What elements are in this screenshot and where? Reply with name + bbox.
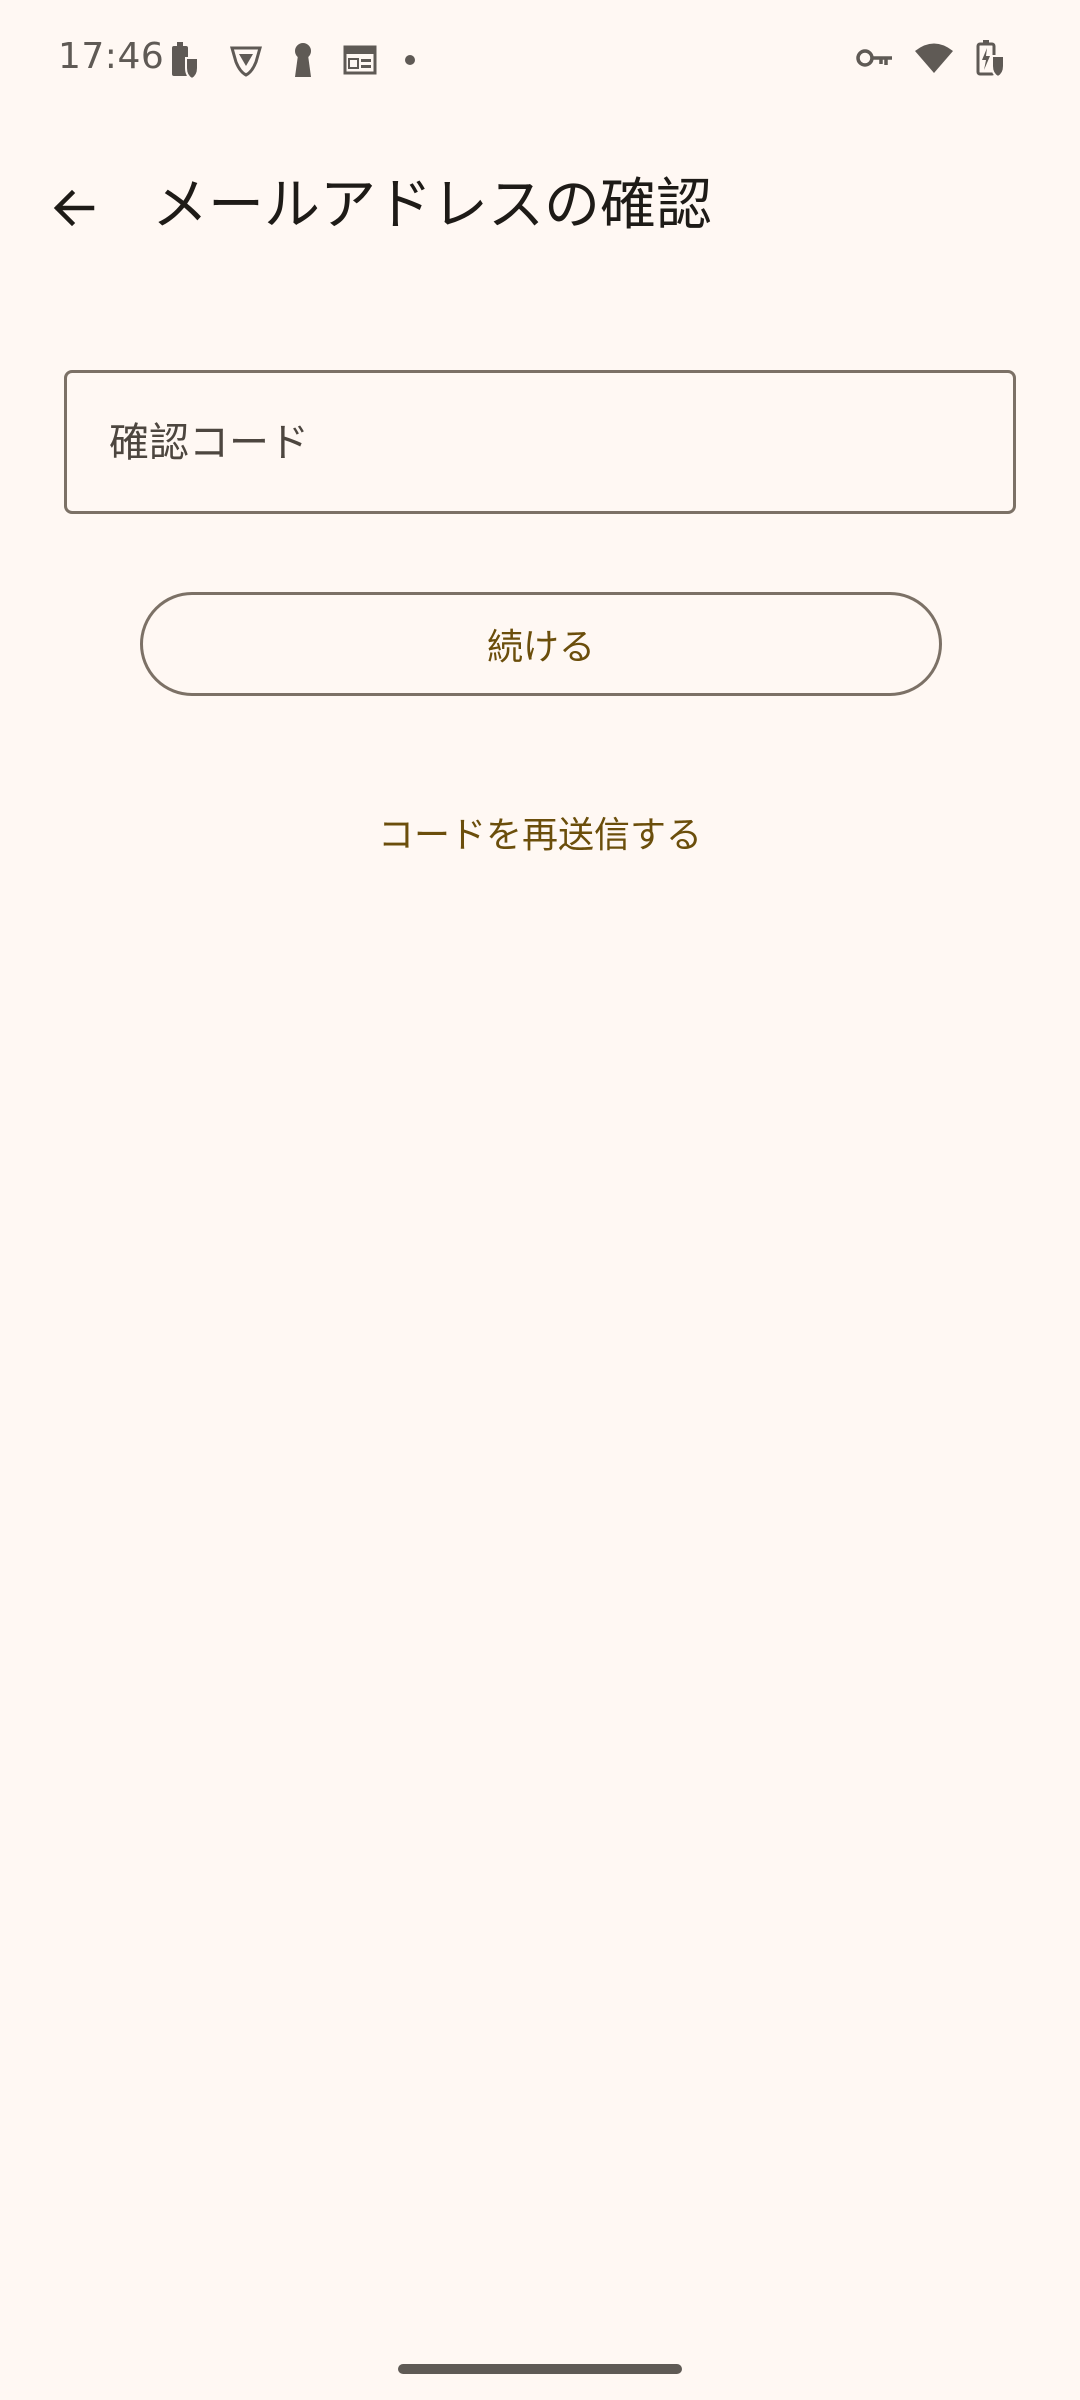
wifi-icon: [914, 42, 954, 74]
arrow-back-icon: [50, 184, 98, 236]
continue-button[interactable]: 続ける: [140, 592, 942, 696]
app-bar: メールアドレスの確認: [0, 150, 1080, 260]
battery-shield-icon: [168, 40, 202, 80]
resend-code-link[interactable]: コードを再送信する: [0, 806, 1080, 858]
gesture-nav-handle[interactable]: [398, 2364, 682, 2374]
status-time: 17:46: [58, 36, 165, 77]
vpn-shield-icon: [228, 42, 264, 78]
verification-code-field[interactable]: [64, 370, 1016, 514]
vpn-key-icon: [856, 46, 894, 70]
screen: 17:46 メールアドレスの確認 確認コード 続ける コードを再送信する: [0, 0, 1080, 2400]
system-icons: [856, 38, 1008, 78]
status-bar: 17:46: [0, 0, 1080, 120]
battery-charging-icon: [974, 38, 1008, 78]
back-button[interactable]: [34, 170, 114, 250]
calendar-icon: [342, 43, 378, 77]
more-notifications-dot-icon: [404, 54, 416, 66]
page-title: メールアドレスの確認: [152, 173, 712, 238]
verification-code-input[interactable]: [107, 373, 971, 513]
notification-icons: [168, 40, 416, 80]
keyhole-icon: [290, 41, 316, 79]
